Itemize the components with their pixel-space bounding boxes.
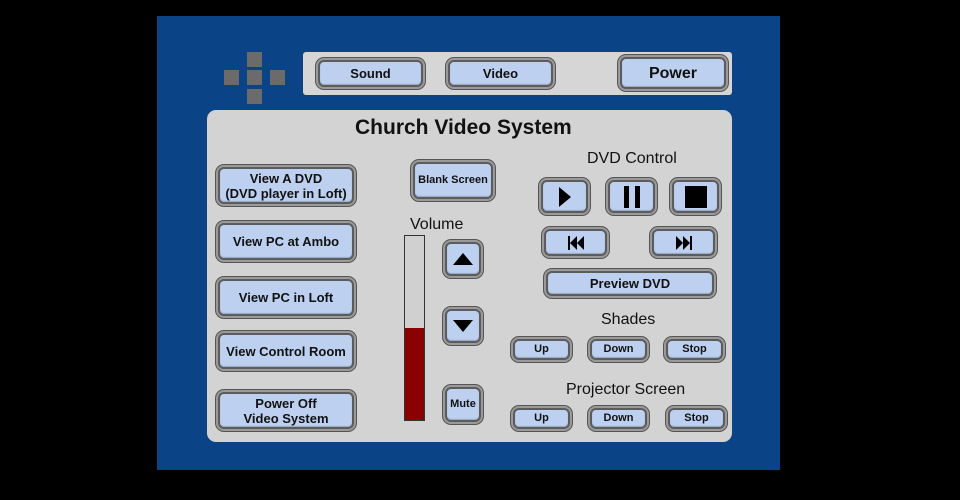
sound-button[interactable]: Sound: [318, 60, 423, 87]
shades-down-button[interactable]: Down: [590, 339, 647, 360]
volume-up-button[interactable]: [445, 242, 481, 276]
skip-forward-icon: [675, 235, 692, 250]
triangle-down-icon: [453, 320, 473, 332]
dvd-stop-button[interactable]: [672, 180, 719, 213]
volume-down-button[interactable]: [445, 309, 481, 343]
projector-stop-button[interactable]: Stop: [668, 408, 725, 429]
shades-label: Shades: [601, 311, 656, 328]
dvd-play-button[interactable]: [541, 180, 588, 213]
skip-back-icon: [567, 235, 584, 250]
volume-label: Volume: [410, 216, 464, 233]
pause-icon: [623, 185, 640, 208]
projector-screen-label: Projector Screen: [566, 381, 686, 398]
stop-icon: [684, 185, 707, 208]
projector-down-button[interactable]: Down: [590, 408, 647, 429]
triangle-up-icon: [453, 253, 473, 265]
power-button[interactable]: Power: [620, 57, 726, 89]
blank-screen-button[interactable]: Blank Screen: [413, 162, 493, 199]
preview-dvd-button[interactable]: Preview DVD: [546, 271, 714, 296]
shades-up-button[interactable]: Up: [513, 339, 570, 360]
projector-up-button[interactable]: Up: [513, 408, 570, 429]
power-off-video-button[interactable]: Power Off Video System: [218, 392, 354, 429]
dvd-previous-button[interactable]: [544, 229, 607, 256]
mute-button[interactable]: Mute: [445, 387, 481, 422]
navigation-dpad-icon[interactable]: [224, 52, 285, 105]
dvd-control-label: DVD Control: [587, 150, 677, 167]
dvd-pause-button[interactable]: [608, 180, 655, 213]
view-pc-ambo-button[interactable]: View PC at Ambo: [218, 223, 354, 260]
shades-stop-button[interactable]: Stop: [666, 339, 723, 360]
play-icon: [558, 186, 571, 207]
volume-level-fill: [405, 328, 424, 420]
page-title: Church Video System: [355, 116, 572, 139]
video-button[interactable]: Video: [448, 60, 553, 87]
volume-meter[interactable]: [404, 235, 425, 421]
view-control-room-button[interactable]: View Control Room: [218, 333, 354, 369]
dvd-next-button[interactable]: [652, 229, 715, 256]
view-pc-loft-button[interactable]: View PC in Loft: [218, 279, 354, 316]
view-dvd-button[interactable]: View A DVD (DVD player in Loft): [218, 167, 354, 204]
